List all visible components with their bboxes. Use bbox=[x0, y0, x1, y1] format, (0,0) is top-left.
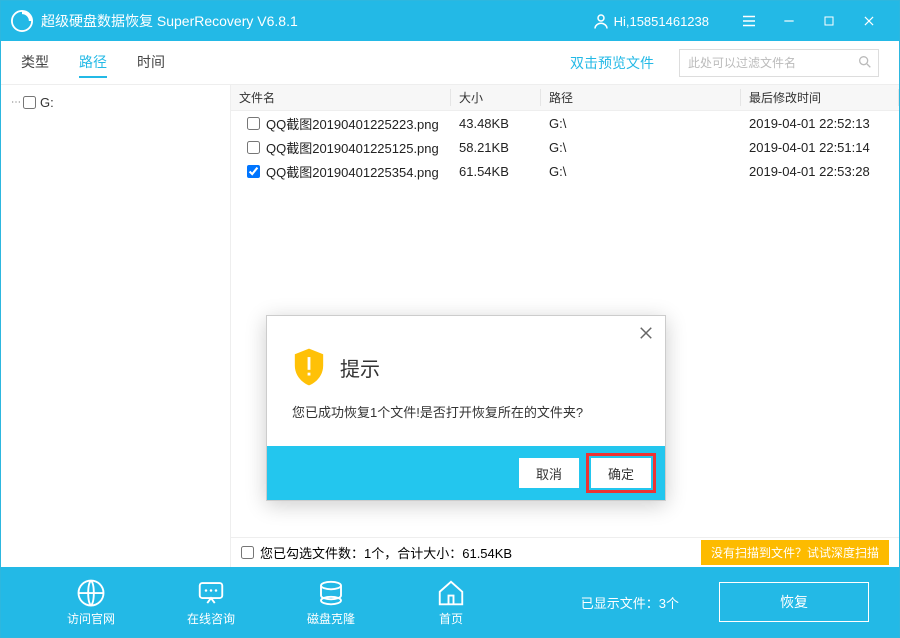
minimize-button[interactable] bbox=[769, 1, 809, 41]
selection-summary: 您已勾选文件数：1个，合计大小：61.54KB 没有扫描到文件？试试深度扫描 bbox=[231, 537, 899, 567]
row-date: 2019-04-01 22:51:14 bbox=[741, 140, 899, 155]
search-icon[interactable] bbox=[857, 54, 873, 75]
deepscan-button[interactable]: 没有扫描到文件？试试深度扫描 bbox=[701, 540, 889, 565]
drive-checkbox[interactable] bbox=[23, 96, 36, 109]
maximize-icon bbox=[823, 15, 835, 27]
filter-tabs: 类型 路径 时间 bbox=[21, 48, 165, 78]
title-bar: 超级硬盘数据恢复 SuperRecovery V6.8.1 Hi,1585146… bbox=[1, 1, 899, 41]
table-row[interactable]: QQ截图20190401225125.png 58.21KBG:\2019-04-… bbox=[231, 135, 899, 159]
close-icon bbox=[862, 14, 876, 28]
close-button[interactable] bbox=[849, 1, 889, 41]
table-row[interactable]: QQ截图20190401225354.png 61.54KBG:\2019-04-… bbox=[231, 159, 899, 183]
file-rows: QQ截图20190401225223.png43.48KBG:\2019-04-… bbox=[231, 111, 899, 183]
dialog-message: 您已成功恢复1个文件!是否打开恢复所在的文件夹? bbox=[267, 402, 665, 446]
row-date: 2019-04-01 22:53:28 bbox=[741, 164, 899, 179]
dialog-close-button[interactable] bbox=[637, 324, 655, 347]
tab-type[interactable]: 类型 bbox=[21, 48, 49, 78]
row-filename: QQ截图20190401225125.png bbox=[266, 138, 439, 157]
dialog-cancel-button[interactable]: 取消 bbox=[519, 458, 579, 488]
row-checkbox[interactable] bbox=[247, 141, 260, 154]
tab-time[interactable]: 时间 bbox=[137, 48, 165, 78]
user-icon bbox=[592, 12, 610, 30]
summary-checkbox[interactable] bbox=[241, 546, 254, 559]
bottom-item-home[interactable]: 首页 bbox=[391, 578, 511, 627]
close-icon bbox=[637, 324, 655, 342]
row-path: G:\ bbox=[541, 116, 741, 131]
column-header: 文件名 大小 路径 最后修改时间 bbox=[231, 85, 899, 111]
col-header-path[interactable]: 路径 bbox=[541, 89, 741, 106]
bottom-item-label: 首页 bbox=[439, 610, 463, 627]
bottom-item-label: 访问官网 bbox=[67, 610, 115, 627]
row-size: 58.21KB bbox=[451, 140, 541, 155]
bottom-bar: 访问官网 在线咨询 磁盘克隆 首页 已显示文件：3个 恢复 bbox=[1, 567, 899, 637]
prompt-dialog: 提示 您已成功恢复1个文件!是否打开恢复所在的文件夹? 取消 确定 bbox=[266, 315, 666, 501]
bottom-item-website[interactable]: 访问官网 bbox=[31, 578, 151, 627]
menu-icon bbox=[740, 12, 758, 30]
search-input[interactable] bbox=[679, 49, 879, 77]
toolbar: 类型 路径 时间 双击预览文件 bbox=[1, 41, 899, 85]
drive-label: G: bbox=[40, 95, 54, 110]
app-title: 超级硬盘数据恢复 SuperRecovery V6.8.1 bbox=[41, 11, 298, 31]
row-path: G:\ bbox=[541, 164, 741, 179]
col-header-date[interactable]: 最后修改时间 bbox=[741, 89, 899, 106]
home-icon bbox=[436, 578, 466, 608]
col-header-name[interactable]: 文件名 bbox=[231, 89, 451, 106]
chat-icon bbox=[196, 578, 226, 608]
dialog-ok-button[interactable]: 确定 bbox=[591, 458, 651, 488]
restore-button[interactable]: 恢复 bbox=[719, 582, 869, 622]
bottom-item-label: 在线咨询 bbox=[187, 610, 235, 627]
row-size: 61.54KB bbox=[451, 164, 541, 179]
displayed-count: 已显示文件：3个 bbox=[581, 593, 679, 612]
search-box bbox=[679, 49, 879, 77]
menu-button[interactable] bbox=[729, 1, 769, 41]
summary-text: 您已勾选文件数：1个，合计大小：61.54KB bbox=[260, 543, 512, 562]
user-account[interactable]: Hi,15851461238 bbox=[592, 12, 709, 30]
globe-icon bbox=[76, 578, 106, 608]
row-path: G:\ bbox=[541, 140, 741, 155]
shield-warning-icon bbox=[292, 347, 326, 387]
preview-link[interactable]: 双击预览文件 bbox=[570, 53, 654, 73]
table-row[interactable]: QQ截图20190401225223.png 43.48KBG:\2019-04-… bbox=[231, 111, 899, 135]
bottom-item-consult[interactable]: 在线咨询 bbox=[151, 578, 271, 627]
drive-tree-item[interactable]: ⋯ G: bbox=[11, 91, 220, 113]
app-logo-icon bbox=[11, 10, 33, 32]
bottom-item-diskclone[interactable]: 磁盘克隆 bbox=[271, 578, 391, 627]
bottom-item-label: 磁盘克隆 bbox=[307, 610, 355, 627]
row-date: 2019-04-01 22:52:13 bbox=[741, 116, 899, 131]
row-filename: QQ截图20190401225223.png bbox=[266, 114, 439, 133]
maximize-button[interactable] bbox=[809, 1, 849, 41]
row-checkbox[interactable] bbox=[247, 165, 260, 178]
row-checkbox[interactable] bbox=[247, 117, 260, 130]
sidebar: ⋯ G: bbox=[1, 85, 231, 567]
dialog-title: 提示 bbox=[340, 353, 380, 382]
row-size: 43.48KB bbox=[451, 116, 541, 131]
col-header-size[interactable]: 大小 bbox=[451, 89, 541, 106]
tab-path[interactable]: 路径 bbox=[79, 48, 107, 78]
tree-toggle-icon[interactable]: ⋯ bbox=[11, 97, 21, 108]
minimize-icon bbox=[782, 14, 796, 28]
user-label: Hi,15851461238 bbox=[614, 14, 709, 29]
disk-clone-icon bbox=[316, 578, 346, 608]
row-filename: QQ截图20190401225354.png bbox=[266, 162, 439, 181]
